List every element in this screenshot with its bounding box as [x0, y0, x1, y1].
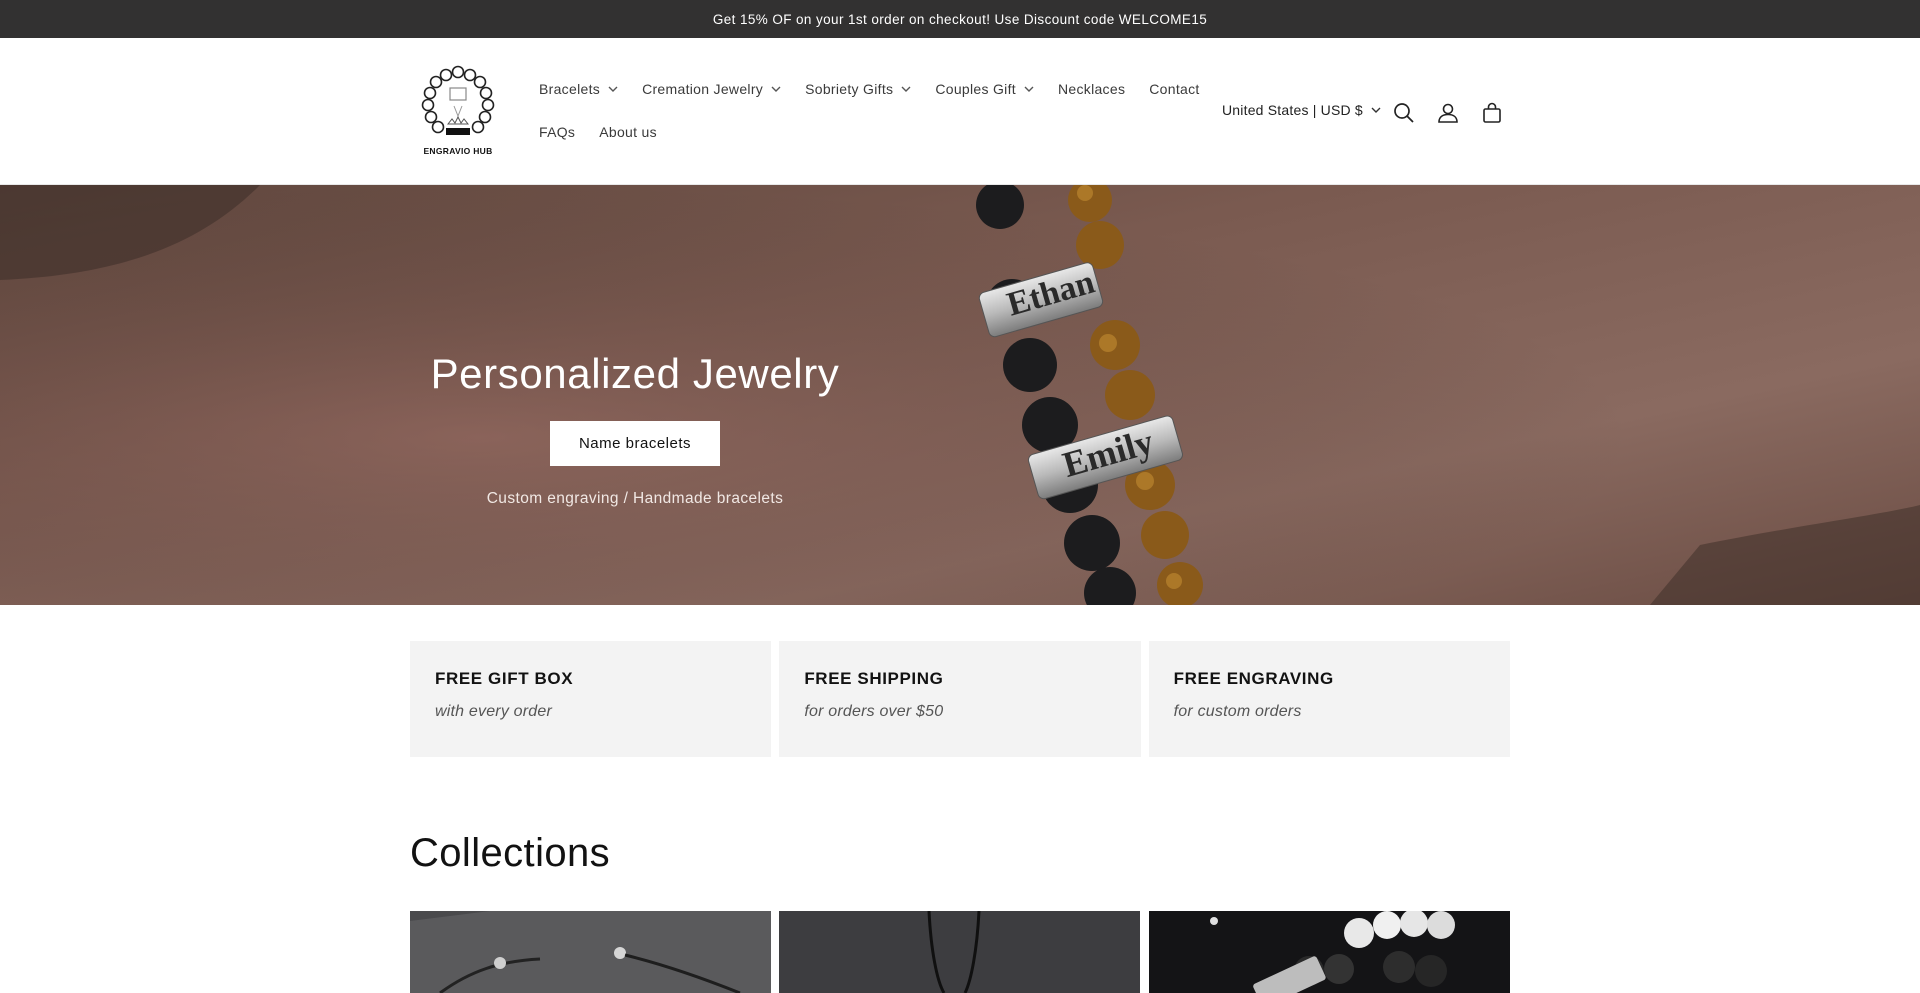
main-nav-row-1: Bracelets Cremation Jewelry Sobriety Gifts…: [539, 81, 1200, 97]
collection-tile-bracelet[interactable]: [410, 911, 771, 993]
announcement-bar: Get 15% OF on your 1st order on checkout…: [0, 0, 1920, 38]
features-row: FREE GIFT BOX with every order FREE SHIP…: [410, 641, 1510, 757]
feature-subtitle: for custom orders: [1173, 703, 1302, 720]
beaded-bracelet-photo: [1148, 911, 1510, 993]
nav-item-label: Contact: [1149, 81, 1200, 97]
chevron-down-icon: [901, 86, 911, 92]
nav-item-bracelets[interactable]: Bracelets: [539, 81, 618, 97]
bracelet-photo: [410, 911, 771, 993]
chevron-down-icon: [771, 86, 781, 92]
nav-item-label: Couples Gift: [935, 81, 1016, 97]
nav-item-couples-gift[interactable]: Couples Gift: [935, 81, 1034, 97]
nav-item-faqs[interactable]: FAQs: [539, 124, 575, 140]
collections-grid: [410, 911, 1510, 993]
nav-item-label: Bracelets: [539, 81, 601, 97]
announcement-text: Get 15% OF on your 1st order on checkout…: [712, 11, 1208, 27]
logo-text: ENGRAVIO HUB: [423, 146, 493, 156]
nav-item-label: Sobriety Gifts: [805, 81, 894, 97]
collection-tile-beaded-bracelet[interactable]: [1148, 911, 1510, 993]
country-currency-selector[interactable]: United States | USD $: [1222, 102, 1381, 118]
feature-title: FREE GIFT BOX: [435, 669, 574, 688]
feature-shipping: FREE SHIPPING for orders over $50: [779, 641, 1141, 757]
store-logo[interactable]: ENGRAVIO HUB: [410, 62, 506, 166]
nav-item-contact[interactable]: Contact: [1149, 81, 1199, 97]
nav-item-sobriety-gifts[interactable]: Sobriety Gifts: [805, 81, 911, 97]
site-header: ENGRAVIO HUB Bracelets Cremation Jewelry S…: [0, 38, 1920, 185]
nav-item-label: About us: [599, 124, 657, 140]
main-nav-row-2: FAQs About us: [539, 124, 657, 140]
nav-item-label: FAQs: [539, 124, 576, 140]
name-bracelets-button[interactable]: Name bracelets: [550, 421, 720, 466]
feature-gift-box: FREE GIFT BOX with every order: [410, 641, 772, 757]
chevron-down-icon: [1024, 86, 1034, 92]
hero-title: Personalized Jewelry: [430, 350, 840, 397]
account-icon[interactable]: [1435, 100, 1461, 126]
nav-item-about-us[interactable]: About us: [599, 124, 657, 140]
hero-subtitle: Custom engraving / Handmade bracelets: [486, 490, 784, 507]
collections-heading: Collections: [410, 831, 611, 875]
hero-banner: Ethan Emily Personalized Jewelry Name br…: [0, 185, 1920, 605]
country-selector-label: United States | USD $: [1222, 102, 1363, 118]
chevron-down-icon: [608, 86, 618, 92]
cart-icon[interactable]: [1479, 100, 1505, 126]
feature-title: FREE SHIPPING: [804, 669, 944, 688]
nav-item-label: Cremation Jewelry: [642, 81, 764, 97]
feature-title: FREE ENGRAVING: [1173, 669, 1334, 688]
collection-tile-necklace[interactable]: [779, 911, 1141, 993]
feature-subtitle: with every order: [435, 703, 553, 720]
feature-subtitle: for orders over $50: [804, 703, 944, 720]
necklace-photo: [779, 911, 1141, 993]
feature-engraving: FREE ENGRAVING for custom orders: [1148, 641, 1510, 757]
nav-item-cremation-jewelry[interactable]: Cremation Jewelry: [642, 81, 781, 97]
nav-item-necklaces[interactable]: Necklaces: [1058, 81, 1125, 97]
chevron-down-icon: [1371, 107, 1381, 113]
hero-background-image: [0, 185, 1920, 605]
search-icon[interactable]: [1391, 100, 1417, 126]
nav-item-label: Necklaces: [1057, 81, 1126, 97]
